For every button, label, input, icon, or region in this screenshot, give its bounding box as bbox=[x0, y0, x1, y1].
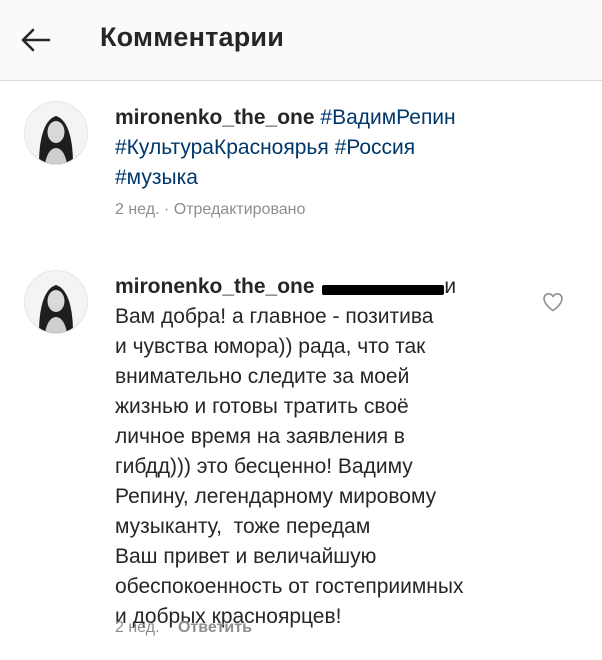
comment-line: внимательно следите за моей bbox=[115, 365, 410, 388]
avatar[interactable] bbox=[24, 101, 88, 165]
header-bar: Комментарии bbox=[0, 0, 602, 81]
hashtag-link[interactable]: #музыка bbox=[115, 166, 198, 189]
back-button[interactable] bbox=[18, 22, 54, 58]
comment-text: mironenko_the_one и Вам добра! а главное… bbox=[115, 272, 535, 632]
comment-line: личное время на заявления в bbox=[115, 425, 405, 448]
comment-line: музыканту, тоже передам bbox=[115, 515, 371, 538]
comment-line: Ваш привет и величайшую bbox=[115, 545, 377, 568]
comment-line: гибдд))) это бесценно! Вадиму bbox=[115, 455, 413, 478]
comment-line: обеспокоенность от гостеприимных bbox=[115, 575, 464, 598]
hashtag-link[interactable]: #КультураКрасноярья bbox=[115, 136, 329, 159]
page-title: Комментарии bbox=[100, 22, 285, 52]
comment-time: 2 нед. bbox=[115, 201, 160, 218]
avatar-photo bbox=[25, 102, 87, 164]
mention-suffix: и bbox=[444, 275, 457, 298]
arrow-left-icon bbox=[21, 28, 51, 52]
heart-outline-icon bbox=[543, 293, 563, 312]
comment-meta: 2 нед. Ответить bbox=[115, 619, 252, 637]
meta-separator: · bbox=[163, 201, 170, 218]
hashtag-link[interactable]: #Россия bbox=[335, 136, 416, 159]
comment-meta: 2 нед. · Отредактировано bbox=[115, 201, 305, 219]
hashtag-link[interactable]: #ВадимРепин bbox=[320, 106, 455, 129]
comment-line: Репину, легендарному мировому bbox=[115, 485, 437, 508]
comment-time: 2 нед. bbox=[115, 619, 160, 636]
mention-link[interactable] bbox=[320, 275, 445, 298]
comment-line: Вам добра! а главное - позитива bbox=[115, 305, 434, 328]
reply-button[interactable]: Ответить bbox=[178, 619, 252, 636]
like-button[interactable] bbox=[541, 290, 565, 314]
avatar-photo bbox=[25, 271, 87, 333]
comment-line: и чувства юмора)) рада, что так bbox=[115, 335, 426, 358]
avatar[interactable] bbox=[24, 270, 88, 334]
edited-label: Отредактировано bbox=[173, 201, 306, 218]
caption-text: mironenko_the_one #ВадимРепин #КультураК… bbox=[115, 103, 535, 193]
comment-username[interactable]: mironenko_the_one bbox=[115, 275, 315, 298]
comment-username[interactable]: mironenko_the_one bbox=[115, 106, 315, 129]
redaction-mark bbox=[322, 285, 445, 295]
comment-line: жизнью и готовы тратить своё bbox=[115, 395, 409, 418]
